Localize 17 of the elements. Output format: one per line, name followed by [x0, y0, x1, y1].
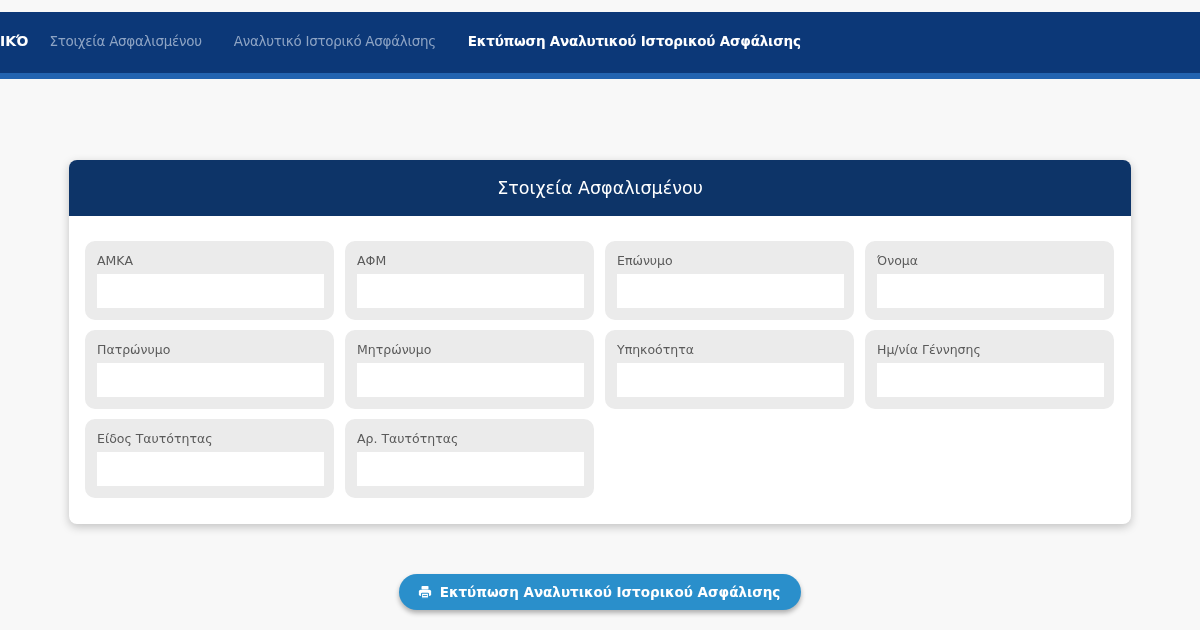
nav-link[interactable]: Εκτύπωση Αναλυτικού Ιστορικού Ασφάλισης	[467, 32, 801, 49]
field-label: ΑΜΚΑ	[97, 253, 135, 270]
field-label: Επώνυμο	[617, 253, 674, 270]
field-label: Είδος Ταυτότητας	[97, 431, 214, 448]
field-label: Αρ. Ταυτότητας	[357, 431, 460, 448]
printer-icon	[417, 585, 432, 599]
field-label: Πατρώνυμο	[97, 342, 172, 359]
print-button[interactable]: Εκτύπωση Αναλυτικού Ιστορικού Ασφάλισης	[398, 574, 802, 610]
brand-text[interactable]: ΙΚΌ	[0, 32, 29, 49]
field-label: Μητρώνυμο	[357, 342, 433, 359]
field-label: ΑΦΜ	[357, 253, 388, 270]
field-label: Υπηκοότητα	[617, 342, 695, 359]
field-label: Όνομα	[877, 253, 919, 270]
nav-link[interactable]: Αναλυτικό Ιστορικό Ασφάλισης	[233, 32, 436, 49]
card-title: Στοιχεία Ασφαλισμένου	[497, 178, 703, 198]
field-label: Ημ/νία Γέννησης	[877, 342, 982, 359]
nav-link[interactable]: Στοιχεία Ασφαλισμένου	[49, 32, 202, 49]
